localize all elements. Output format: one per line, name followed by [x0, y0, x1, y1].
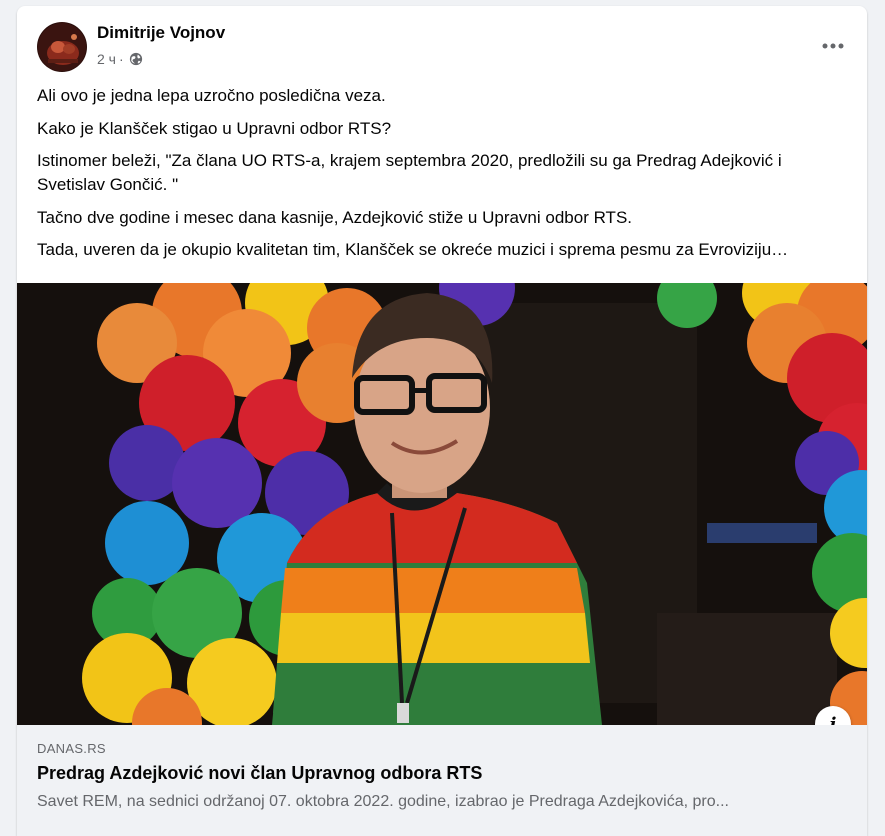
globe-icon[interactable] [129, 52, 143, 66]
meta-separator: · [118, 51, 124, 67]
info-icon: i [829, 713, 837, 726]
post-paragraph-1: Ali ovo je jedna lepa uzročno posledična… [37, 86, 386, 105]
post-paragraph-5: Tada, uveren da je okupio kvalitetan tim… [37, 240, 789, 259]
avatar-image [38, 23, 86, 71]
post-header: Dimitrije Vojnov 2 ч · [17, 6, 867, 78]
post-meta: 2 ч · [97, 51, 143, 67]
more-options-button[interactable] [815, 28, 851, 64]
link-description: Savet REM, na sednici održanoj 07. oktob… [37, 793, 729, 810]
post-paragraph-4: Tačno dve godine i mesec dana kasnije, A… [37, 207, 633, 227]
post-time[interactable]: 2 ч [97, 51, 116, 67]
link-preview[interactable]: DANAS.RS Predrag Azdejković novi član Up… [17, 725, 867, 836]
more-options-icon [822, 43, 844, 49]
post-card: Dimitrije Vojnov 2 ч · Ali ovo je jedna [17, 6, 867, 836]
post-paragraph-2: Kako je Klanšček stigao u Upravni odbor … [37, 118, 392, 138]
link-domain: DANAS.RS [37, 741, 106, 756]
post-paragraph-3: Istinomer beleži, "Za člana UO RTS-a, kr… [37, 151, 782, 194]
author-name[interactable]: Dimitrije Vojnov [97, 23, 225, 43]
link-preview-image[interactable]: i [17, 283, 867, 725]
post-text: Ali ovo je jedna lepa uzročno posledična… [37, 84, 849, 271]
link-title[interactable]: Predrag Azdejković novi član Upravnog od… [37, 763, 482, 784]
avatar[interactable] [37, 22, 87, 72]
